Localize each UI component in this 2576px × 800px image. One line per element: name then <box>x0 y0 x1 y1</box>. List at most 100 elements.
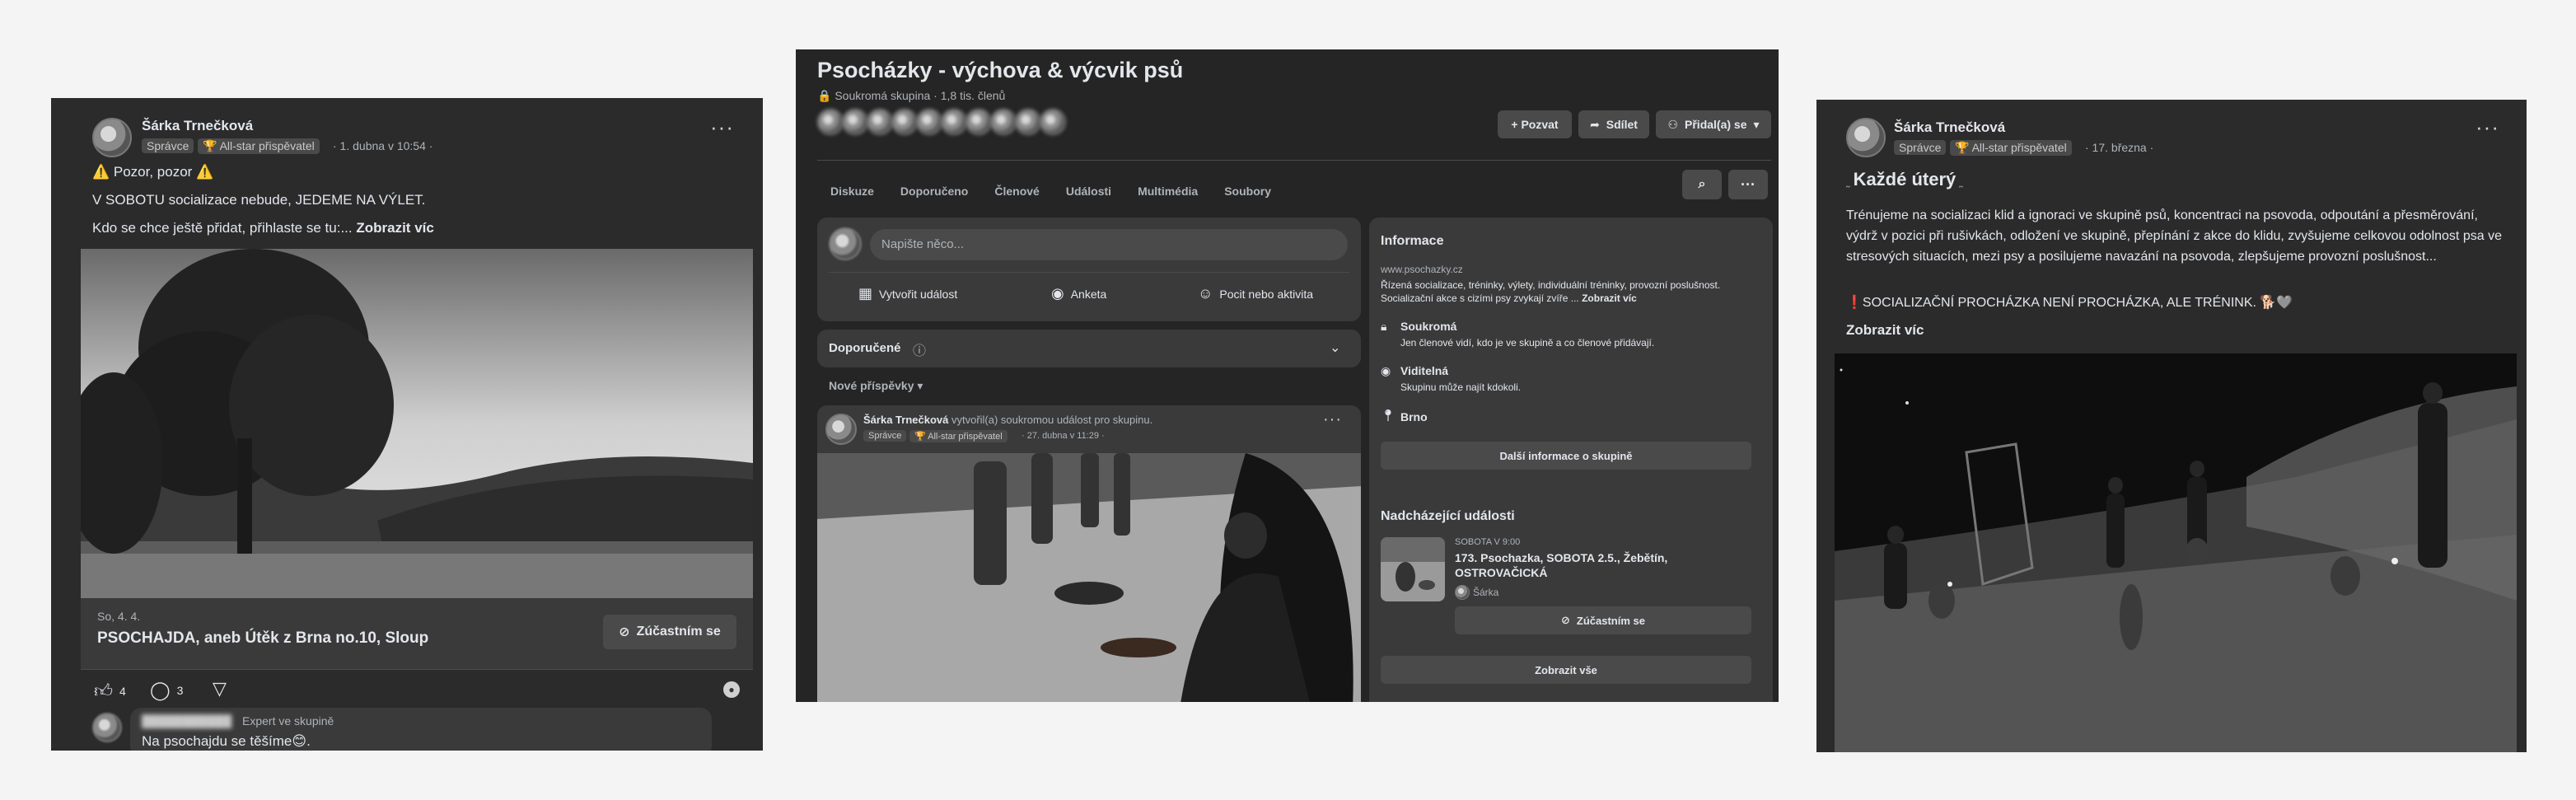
about-desc-text: Řízená socializace, tréninky, výlety, in… <box>1381 279 1721 304</box>
search-button[interactable]: ⌕ <box>1682 170 1722 199</box>
thumbs-up-icon: 👍︎ <box>94 681 113 701</box>
group-page-panel: Psocházky - výchova & výcvik psů 🔒 Soukr… <box>796 49 1779 702</box>
tab-doporuceno[interactable]: Doporučeno <box>900 185 968 198</box>
location-text[interactable]: Brno <box>1400 410 1428 423</box>
author-name[interactable]: Šárka Trnečková <box>1894 119 2005 136</box>
sort-new-posts[interactable]: Nové příspěvky ▾ <box>829 379 923 393</box>
feeling-button[interactable]: ☺ Pocit nebo aktivita <box>1198 285 1313 302</box>
tab-diskuze[interactable]: Diskuze <box>830 185 874 198</box>
author-avatar[interactable] <box>1846 118 1886 157</box>
location-pin-icon: 📍︎ <box>1381 409 1396 422</box>
check-circle-icon: ⊘ <box>1561 614 1570 626</box>
event-thumbnail[interactable] <box>1381 537 1445 601</box>
about-description: Řízená socializace, tréninky, výlety, in… <box>1381 278 1761 305</box>
upcoming-title: Nadcházející události <box>1381 509 1515 523</box>
see-more-link[interactable]: Zobrazit víc <box>356 220 433 236</box>
tab-soubory[interactable]: Soubory <box>1224 185 1271 198</box>
comment-text: Na psochajdu se těšíme😊. <box>142 733 311 749</box>
feeling-label: Pocit nebo aktivita <box>1219 287 1314 301</box>
post-time[interactable]: · 27. dubna v 11:29 · <box>1022 431 1105 441</box>
post-line-3-text: Kdo se chce ještě přidat, přihlaste se t… <box>92 220 353 236</box>
author-name[interactable]: Šárka Trnečková <box>142 118 253 134</box>
about-url[interactable]: www.psochazky.cz <box>1381 264 1463 275</box>
member-avatar <box>1040 109 1066 135</box>
commenter-name[interactable]: ███████████ <box>142 714 231 727</box>
event-attend-button[interactable]: ⊘ Zúčastním se <box>1455 606 1751 634</box>
event-when: SOBOTA V 9:00 <box>1455 537 1521 547</box>
tab-multimedia[interactable]: Multimédia <box>1138 185 1198 198</box>
share-button[interactable]: ➦ Sdílet <box>1578 110 1649 138</box>
member-avatar <box>817 109 844 135</box>
tab-clenove[interactable]: Členové <box>994 185 1039 198</box>
admin-badge: Správce <box>1894 140 1947 155</box>
comment-button[interactable]: ◯ 3 <box>150 680 183 701</box>
post-timestamp[interactable]: · 17. března · <box>2085 141 2153 154</box>
people-icon: ⚇ <box>1667 117 1679 131</box>
post-title-text: Každé úterý <box>1853 169 1957 189</box>
info-icon[interactable]: ⓘ <box>913 339 926 359</box>
post-photo[interactable] <box>817 453 1361 702</box>
member-avatar <box>916 109 942 135</box>
event-title[interactable]: PSOCHAJDA, aneb Útěk z Brna no.10, Sloup <box>97 629 428 648</box>
more-icon: ··· <box>1741 175 1756 193</box>
about-title: Informace <box>1381 234 1444 248</box>
group-name[interactable]: Psocházky - výchova & výcvik psů <box>817 58 1183 83</box>
composer-input[interactable]: Napište něco... <box>870 229 1348 260</box>
attend-button[interactable]: ⊘ Zúčastním se <box>603 615 736 649</box>
chevron-down-icon[interactable]: ⌄ <box>1330 339 1340 356</box>
author-avatar[interactable] <box>92 118 132 157</box>
event-cover-photo[interactable] <box>81 249 753 598</box>
post-line-3: Kdo se chce ještě přidat, přihlaste se t… <box>92 220 434 236</box>
tab-bar: Diskuze Doporučeno Členové Události Mult… <box>796 165 1779 218</box>
more-options-icon[interactable]: ··· <box>710 115 734 140</box>
comment-bubble: ███████████ Expert ve skupině Na psochaj… <box>130 708 712 751</box>
attend-label: Zúčastním se <box>636 625 721 639</box>
member-avatar <box>941 109 967 135</box>
show-all-button[interactable]: Zobrazit vše <box>1381 656 1751 684</box>
share-arrow-icon: ➦ <box>1590 117 1600 131</box>
more-info-button[interactable]: Další informace o skupině <box>1381 442 1751 470</box>
recommended-bar[interactable]: Doporučené ⓘ ⌄ <box>817 330 1361 367</box>
like-button[interactable]: 👍︎ 4 <box>94 680 126 702</box>
composer-card: Napište něco... ▦ Vytvořit událost ◉ Anket… <box>817 218 1361 321</box>
allstar-label: All-star přispěvatel <box>219 139 315 152</box>
trophy-icon: 🏆 <box>203 139 220 152</box>
allstar-label: All-star přispěvatel <box>1971 141 2067 154</box>
trophy-icon: 🏆 <box>1955 141 1972 154</box>
post-timestamp[interactable]: · 1. dubna v 10:54 · <box>333 139 432 152</box>
my-avatar[interactable] <box>829 227 862 260</box>
about-card: Informace www.psochazky.cz Řízená social… <box>1369 218 1773 527</box>
post-author-name[interactable]: Šárka Trnečková <box>863 414 948 426</box>
poll-button[interactable]: ◉ Anketa <box>1051 285 1106 302</box>
invite-button[interactable]: + Pozvat <box>1498 110 1572 138</box>
member-avatars[interactable] <box>817 109 1066 135</box>
more-button[interactable]: ··· <box>1728 170 1768 199</box>
training-photo[interactable] <box>1835 353 2517 752</box>
tab-udalosti[interactable]: Události <box>1066 185 1111 198</box>
share-icon[interactable]: ▽ <box>213 678 227 699</box>
left-post-panel: Šárka Trnečková Správce 🏆 All-star přisp… <box>51 98 763 751</box>
see-more-link[interactable]: Zobrazit víc <box>1846 322 1924 339</box>
post-author-avatar[interactable] <box>825 414 857 445</box>
member-avatar <box>891 109 918 135</box>
member-avatar <box>842 109 868 135</box>
member-avatar <box>1015 109 1041 135</box>
about-see-more[interactable]: Zobrazit víc <box>1582 292 1637 304</box>
post-line-2: ❗SOCIALIZAČNÍ PROCHÁZKA NENÍ PROCHÁZKA, … <box>1846 296 2293 310</box>
post-options-icon[interactable]: ··· <box>1323 410 1342 429</box>
group-meta: 🔒 Soukromá skupina · 1,8 tis. členů <box>817 89 1006 102</box>
sparkle-icon: ˷ <box>1846 175 1854 188</box>
more-options-icon[interactable]: ··· <box>2475 115 2499 140</box>
post-line-1: ⚠️ Pozor, pozor ⚠️ <box>92 164 214 180</box>
check-circle-icon: ⊘ <box>619 625 630 639</box>
event-name[interactable]: 173. Psochazka, SOBOTA 2.5., Žebětín, OS… <box>1455 550 1743 580</box>
event-strip[interactable]: So, 4. 4. PSOCHAJDA, aneb Útěk z Brna no… <box>81 598 753 669</box>
create-event-button[interactable]: ▦ Vytvořit událost <box>858 285 957 302</box>
search-icon: ⌕ <box>1698 177 1706 191</box>
commenter-avatar[interactable] <box>92 713 122 742</box>
joined-button[interactable]: ⚇ Přidal(a) se ▾ <box>1656 110 1771 138</box>
visible-title: Viditelná <box>1400 364 1449 377</box>
group-post-card: Šárka Trnečková vytvořil(a) soukromou ud… <box>817 405 1361 702</box>
post-action-text: vytvořil(a) soukromou událost pro skupin… <box>951 414 1153 426</box>
post-header: Šárka Trnečková vytvořil(a) soukromou ud… <box>863 414 1152 426</box>
